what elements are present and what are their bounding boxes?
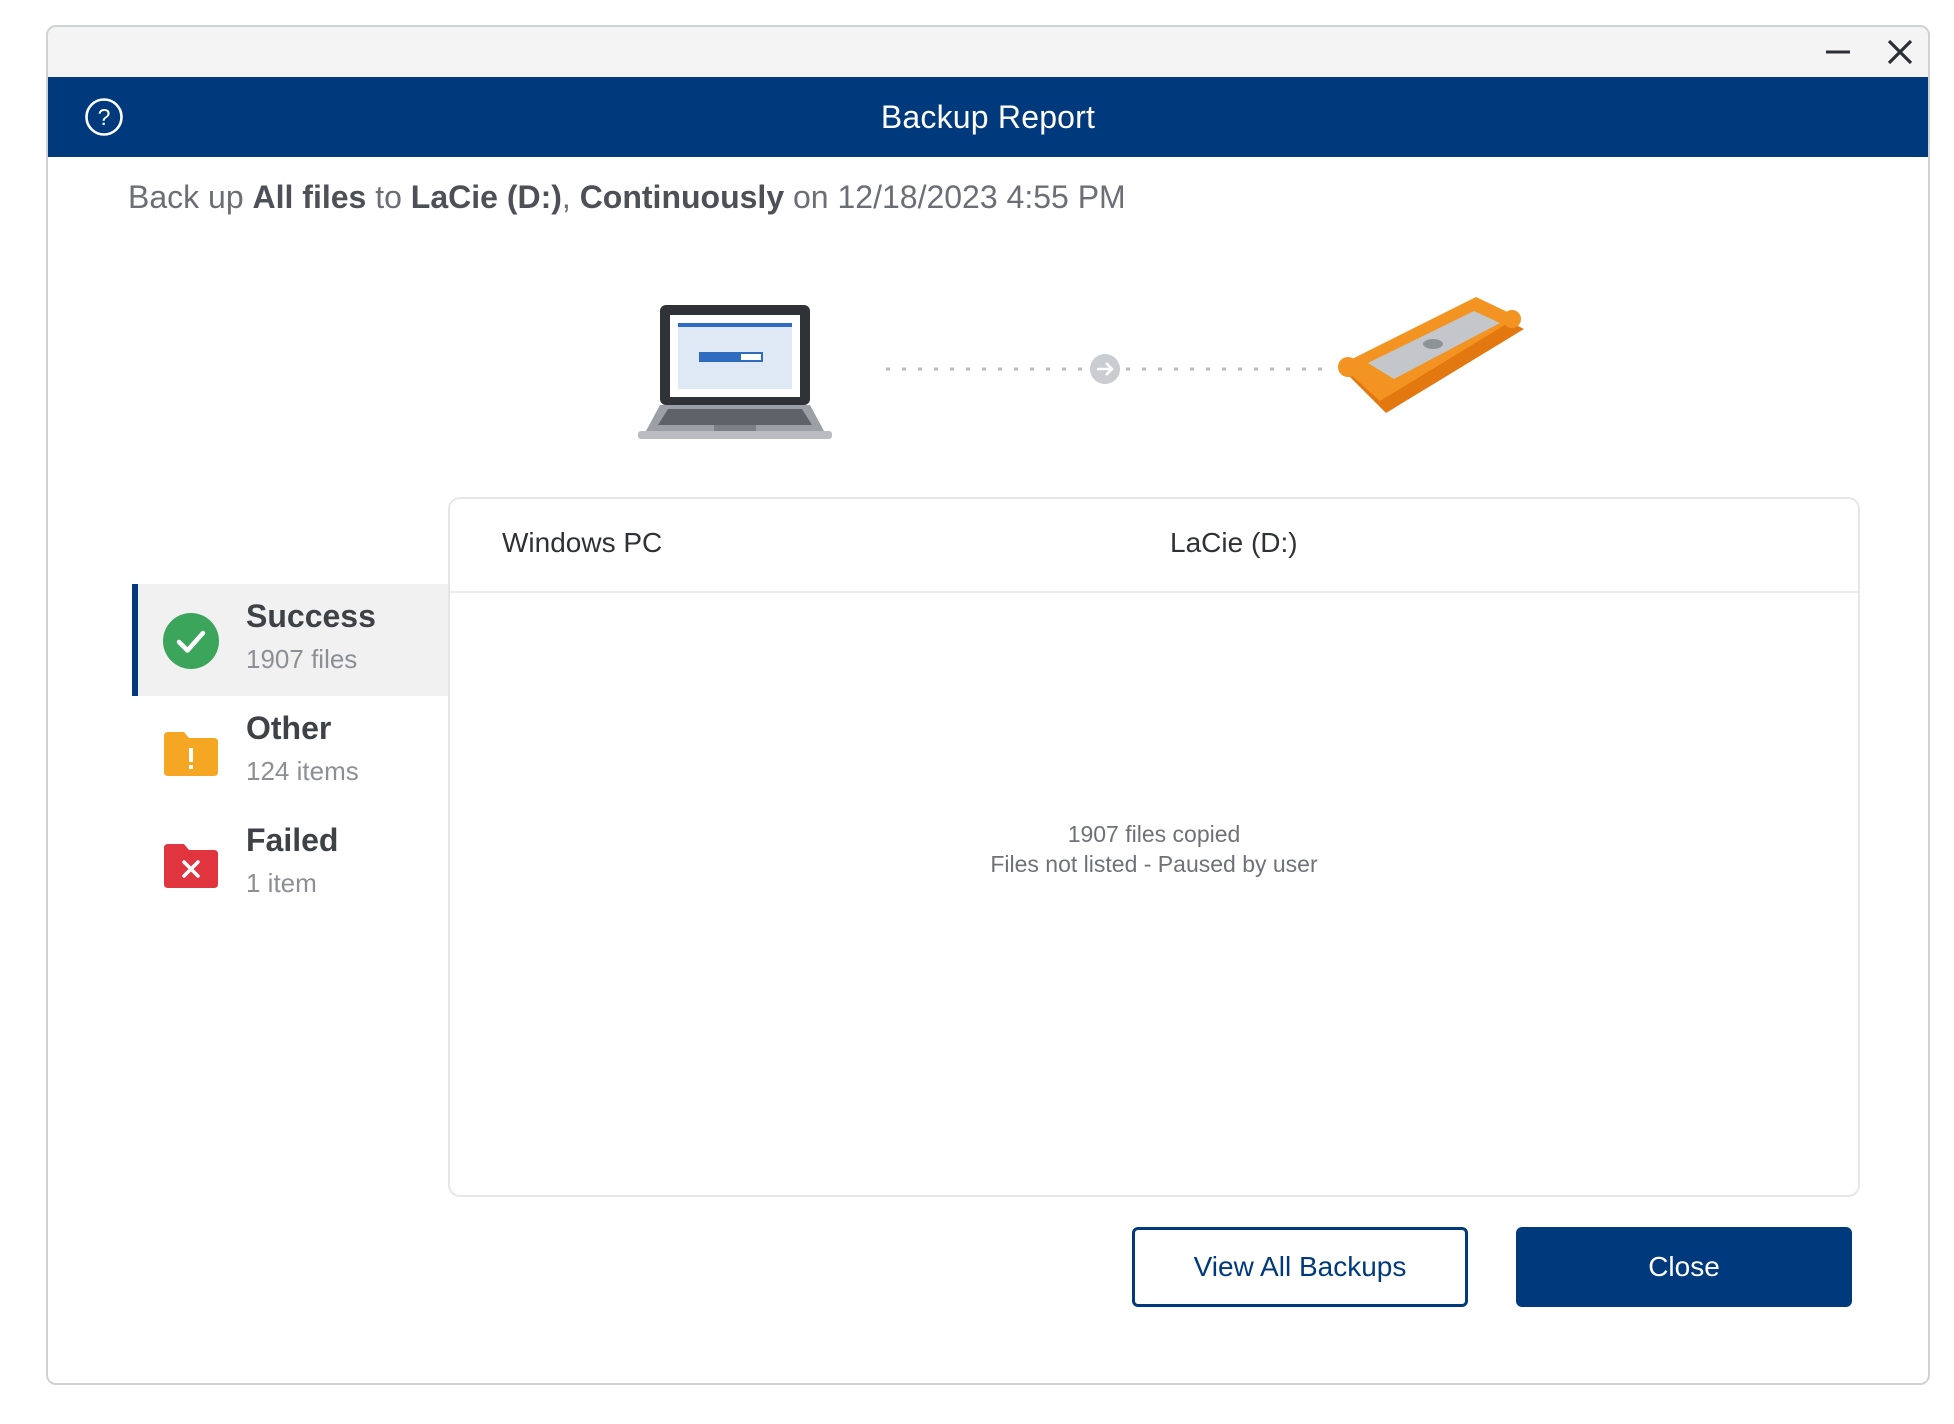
check-circle-icon [163,613,219,669]
minimize-icon [1826,50,1850,54]
title-bar [48,27,1928,77]
category-title: Failed [246,822,339,858]
source-column-header: Windows PC [502,527,663,558]
backup-summary: Back up All files to LaCie (D:), Continu… [128,179,1126,216]
category-title: Other [246,710,332,746]
close-button[interactable]: Close [1516,1227,1852,1307]
summary-to: to [366,179,411,215]
category-count: 1907 files [246,644,358,674]
category-count: 1 item [246,868,317,898]
window-close-button[interactable] [1874,31,1926,73]
summary-schedule: Continuously [579,179,785,215]
folder-error-icon [164,844,218,888]
category-other[interactable]: Other 124 items [132,696,448,808]
destination-column-header: LaCie (D:) [1170,527,1298,558]
minimize-button[interactable] [1812,31,1864,73]
view-all-backups-button[interactable]: View All Backups [1132,1227,1468,1307]
summary-destination: LaCie (D:) [410,179,562,215]
arrow-right-circle-icon [1090,354,1120,384]
details-message: 1907 files copied Files not listed - Pau… [450,819,1858,879]
details-panel: Windows PC LaCie (D:) 1907 files copied … [448,497,1860,1197]
folder-warning-icon [164,732,218,776]
close-icon [1887,39,1913,65]
summary-datetime: 12/18/2023 4:55 PM [837,179,1126,215]
summary-what: All files [252,179,367,215]
summary-on: on [784,179,838,215]
files-copied-text: 1907 files copied [1067,821,1241,847]
summary-comma: , [561,179,580,215]
page-title: Backup Report [880,98,1096,135]
laptop-icon [638,305,832,439]
category-count: 124 items [246,756,359,786]
result-categories: Success 1907 files Other 124 items Faile… [132,584,448,920]
header-bar: ? Backup Report [48,77,1928,157]
external-drive-icon [1338,297,1524,413]
category-failed[interactable]: Failed 1 item [132,808,448,920]
backup-illustration [638,297,1524,439]
details-header: Windows PC LaCie (D:) [450,499,1858,593]
category-success[interactable]: Success 1907 files [132,584,448,696]
summary-prefix: Back up [128,179,253,215]
category-title: Success [246,598,376,634]
backup-report-window: ? Backup Report Back up All files to LaC… [46,25,1930,1385]
files-not-listed-text: Files not listed - Paused by user [990,851,1318,877]
